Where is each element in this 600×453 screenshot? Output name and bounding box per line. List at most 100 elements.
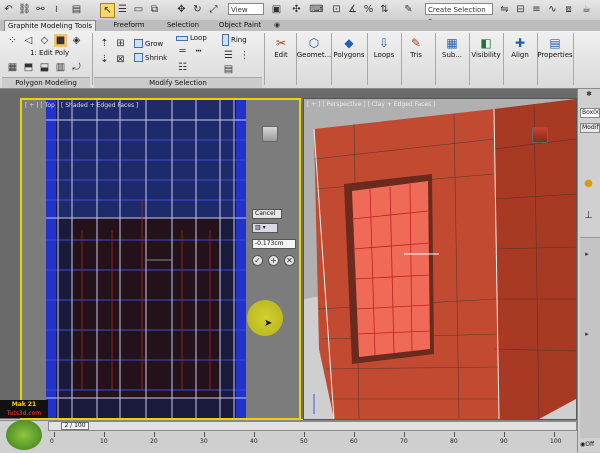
render-icon[interactable]: ☕: [580, 3, 593, 16]
window-crossing-icon[interactable]: ⧉: [148, 3, 161, 16]
polygons-button[interactable]: ◆ Polygons: [333, 35, 365, 59]
mirror-icon[interactable]: ⇋: [498, 3, 511, 16]
shrink-button[interactable]: Shrink: [134, 53, 167, 62]
percent-snap-icon[interactable]: %: [362, 3, 375, 16]
time-slider[interactable]: 2 / 100: [48, 421, 577, 431]
perspective-viewport[interactable]: [ + ] [ Perspective ] [ Clay + Edged Fac…: [303, 98, 577, 420]
track-bar[interactable]: 0 10 20 30 40 50 60 70 80 90 100: [48, 432, 577, 448]
tab-graphite-modeling-tools[interactable]: Graphite Modeling Tools: [4, 20, 96, 31]
grow-button[interactable]: Grow: [134, 39, 163, 48]
top-viewport-label[interactable]: [ + ] [ Top ] [ Shaded + Edged Faces ]: [25, 102, 138, 109]
ring-shift-icon[interactable]: ▤: [222, 63, 235, 76]
track-tick: [254, 432, 255, 437]
loops-icon: ⇩: [378, 36, 390, 50]
pin-stack-icon[interactable]: ⊥: [582, 209, 595, 222]
collapse-stack-icon[interactable]: ⬒: [22, 61, 35, 74]
off-radio[interactable]: ◉Off: [580, 441, 594, 448]
loop-shift-icon[interactable]: ☷: [176, 61, 189, 74]
time-slider-thumb[interactable]: 2 / 100: [61, 422, 89, 430]
create-tab-icon[interactable]: ✱: [580, 89, 598, 99]
preserve-uvs-icon[interactable]: ▥: [54, 61, 67, 74]
ring-mode-icon[interactable]: ☰: [222, 49, 235, 62]
select-manipulate-icon[interactable]: ✣: [290, 3, 303, 16]
toggle-subobject-icon[interactable]: ⬓: [38, 61, 51, 74]
tab-object-paint[interactable]: Object Paint: [214, 20, 266, 31]
fill-icon[interactable]: ⊠: [114, 53, 127, 66]
caddy-apply-icon[interactable]: +: [268, 255, 279, 266]
border-icon[interactable]: ◇: [38, 34, 51, 47]
object-name-field[interactable]: Box001: [580, 108, 600, 118]
filter-icon[interactable]: ▤: [70, 3, 83, 16]
align-button[interactable]: ✚ Align: [506, 35, 534, 59]
edit-poly-label[interactable]: 1: Edit Poly: [30, 49, 69, 57]
logo: Mak 21 Training Tuts3d.com: [0, 400, 48, 452]
select-object-icon[interactable]: ↖: [100, 3, 115, 18]
properties-button[interactable]: ▤ Properties: [537, 35, 572, 59]
ring-button[interactable]: Ring: [222, 34, 247, 46]
spinner-snap-icon[interactable]: ⇅: [378, 3, 391, 16]
shrink-loop-icon[interactable]: ⇡: [98, 37, 111, 50]
rotate-icon[interactable]: ↻: [191, 3, 204, 16]
light-bulb-icon[interactable]: ●: [582, 177, 595, 190]
caddy-ok-icon[interactable]: ✓: [252, 255, 263, 266]
edit-named-selection-icon[interactable]: ✎: [402, 3, 415, 16]
bind-icon[interactable]: ≀: [50, 3, 63, 16]
snap-icon[interactable]: ⊡: [330, 3, 343, 16]
loops-button[interactable]: ⇩ Loops: [370, 35, 398, 59]
dot-loop-icon[interactable]: ┅: [192, 45, 205, 58]
reference-coord-dropdown[interactable]: View: [228, 3, 264, 15]
caddy-cancel-icon[interactable]: ✕: [284, 255, 295, 266]
align-icon[interactable]: ⊟: [514, 3, 527, 16]
modifier-list-dropdown[interactable]: Modifie: [580, 123, 600, 133]
rollout-toggle-icon-2[interactable]: ▸: [582, 329, 592, 339]
viewcube-icon[interactable]: [262, 126, 278, 142]
edit-icon: ✂: [275, 36, 287, 50]
unlink-icon[interactable]: ⚯: [34, 3, 47, 16]
scale-icon[interactable]: ⤢: [207, 3, 220, 16]
rollout-toggle-icon[interactable]: ▸: [582, 249, 592, 259]
perspective-viewport-label[interactable]: [ + ] [ Perspective ] [ Clay + Edged Fac…: [307, 101, 436, 108]
shrink-icon: [134, 53, 143, 62]
link-icon[interactable]: ⛓: [18, 3, 31, 16]
tris-button[interactable]: ✎ Tris: [404, 35, 428, 59]
element-icon[interactable]: ◈: [70, 34, 83, 47]
select-by-name-icon[interactable]: ☰: [116, 3, 129, 16]
angle-snap-icon[interactable]: ∡: [346, 3, 359, 16]
show-end-result-icon[interactable]: ▦: [6, 61, 19, 74]
caddy-type-dropdown[interactable]: ▥ ▾: [252, 223, 278, 233]
similar-icon[interactable]: ⊞: [114, 37, 127, 50]
rect-selection-icon[interactable]: ▭: [132, 3, 145, 16]
named-selection-field[interactable]: Create Selection Se: [425, 3, 493, 26]
keyboard-shortcut-icon[interactable]: ⌨: [309, 3, 323, 16]
grow-loop-icon[interactable]: ⇣: [98, 53, 111, 66]
vertex-icon[interactable]: ⁘: [6, 34, 19, 47]
track-tick: [404, 432, 405, 437]
layer-icon[interactable]: ≡: [530, 3, 543, 16]
polygons-icon: ◆: [344, 36, 354, 50]
polygon-modeling-section-label[interactable]: Polygon Modeling: [2, 77, 90, 88]
schematic-icon[interactable]: ⧈: [562, 3, 575, 16]
ribbon-options-icon[interactable]: ◉: [272, 20, 282, 30]
polygon-icon[interactable]: ■: [54, 34, 67, 47]
perspective-viewcube-icon[interactable]: [532, 127, 548, 143]
edit-button[interactable]: ✂ Edit: [270, 35, 292, 59]
caddy-cancel-button[interactable]: Cancel: [252, 209, 282, 219]
tab-selection[interactable]: Selection: [160, 20, 206, 31]
move-icon[interactable]: ✥: [175, 3, 188, 16]
visibility-button[interactable]: ◧ Visibility: [471, 35, 501, 59]
subdivision-button[interactable]: ▦ Sub...: [438, 35, 466, 59]
undo-icon[interactable]: ↶: [2, 3, 15, 16]
logo-mascot-icon: [6, 420, 42, 450]
loop-button[interactable]: Loop: [176, 34, 207, 42]
track-tick: [304, 432, 305, 437]
curve-editor-icon[interactable]: ∿: [546, 3, 559, 16]
dot-ring-icon[interactable]: ⋮: [238, 49, 251, 62]
loop-mode-icon[interactable]: ═: [176, 45, 189, 58]
edge-icon[interactable]: ◁: [22, 34, 35, 47]
repeat-last-icon[interactable]: ⤾: [70, 61, 83, 74]
tab-freeform[interactable]: Freeform: [104, 20, 154, 31]
caddy-value-field[interactable]: -0.173cm: [252, 239, 296, 249]
geometry-button[interactable]: ⬡ Geomet...: [297, 35, 332, 59]
pivot-icon[interactable]: ▣: [270, 3, 283, 16]
modify-selection-section-label[interactable]: Modify Selection: [94, 77, 262, 88]
